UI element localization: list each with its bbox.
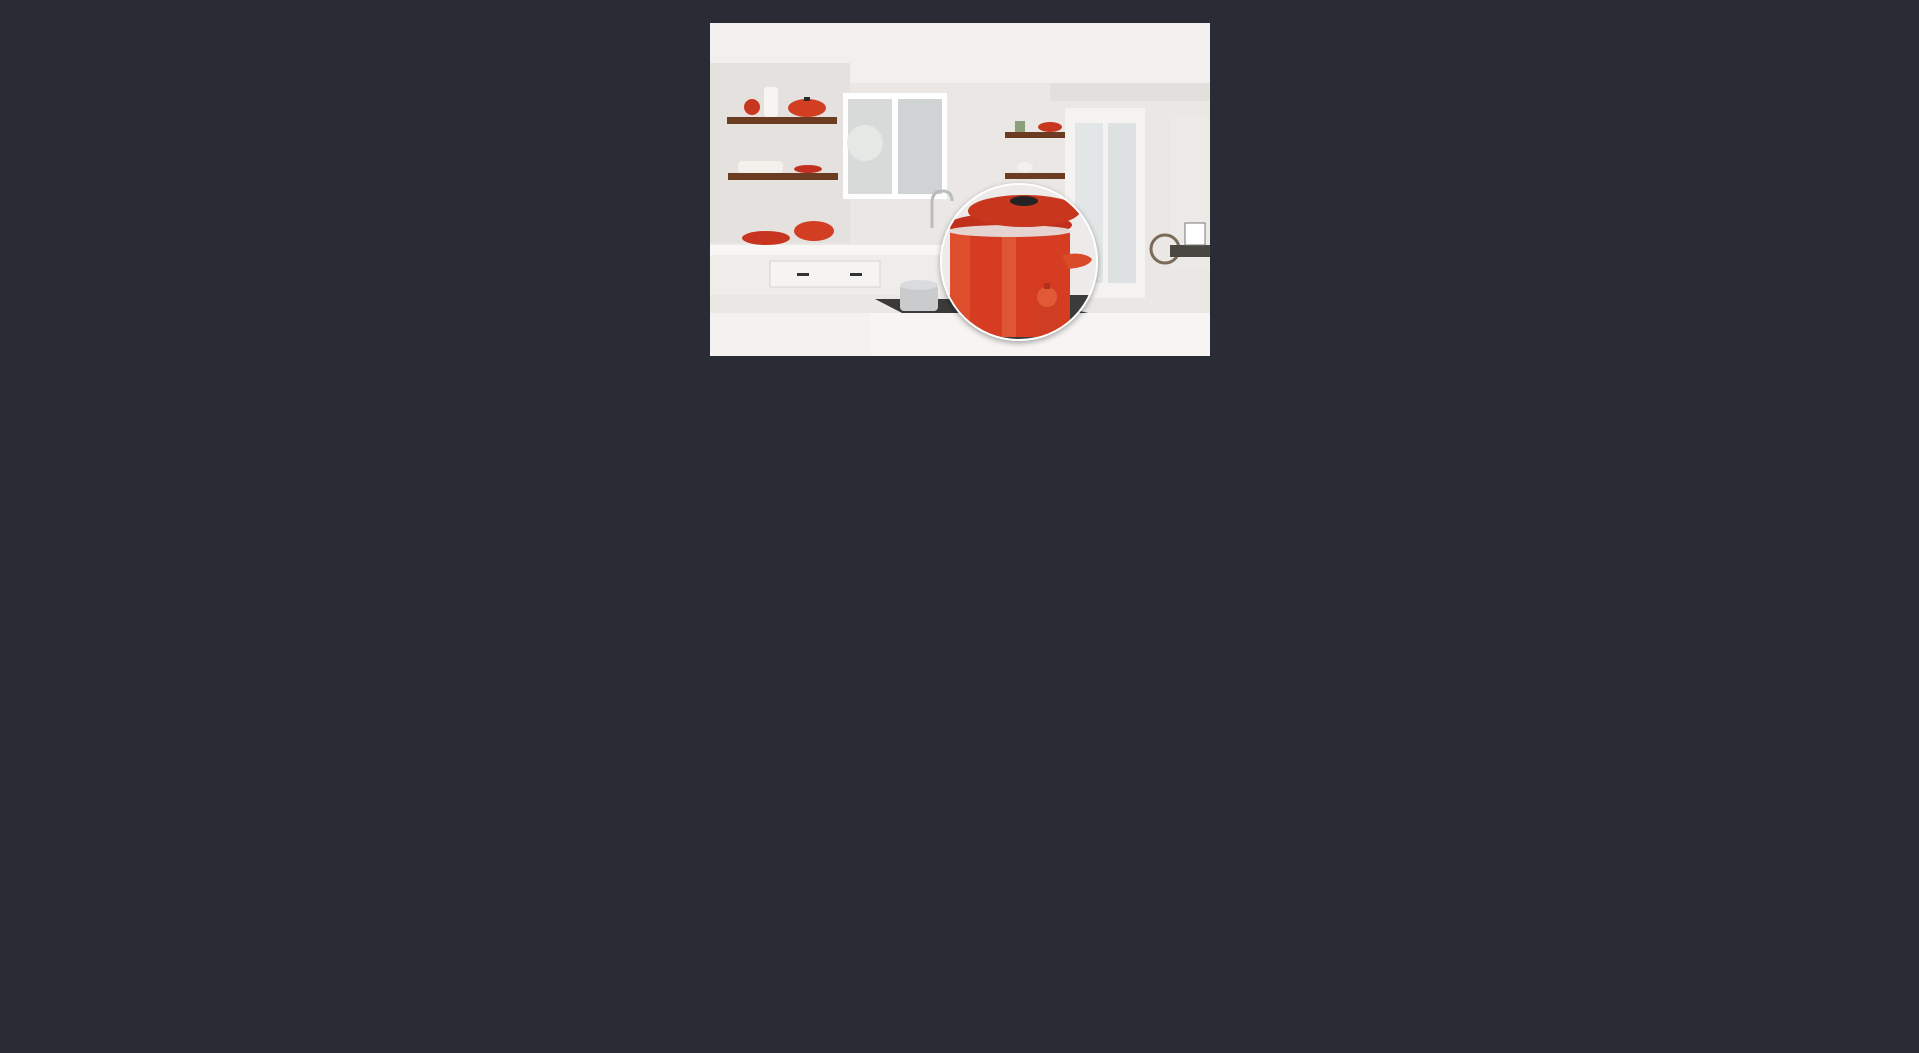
image-viewer — [0, 0, 1919, 1053]
magnifier-lens[interactable] — [940, 183, 1098, 341]
